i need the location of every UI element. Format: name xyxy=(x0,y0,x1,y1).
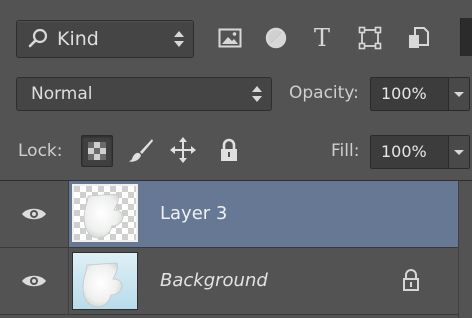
eye-icon xyxy=(22,208,46,220)
blend-mode-label: Normal xyxy=(31,84,93,104)
lock-all-icon[interactable] xyxy=(214,135,244,165)
filter-kind-label: Kind xyxy=(57,28,99,50)
lock-bar: Lock: Fill: 100% xyxy=(0,122,472,181)
type-filter-icon[interactable]: T xyxy=(306,20,338,56)
layer-thumbnail[interactable] xyxy=(72,252,138,310)
layer-divider xyxy=(0,314,458,315)
panel-scrollbar[interactable] xyxy=(458,181,472,318)
opacity-field[interactable]: 100% xyxy=(370,77,470,111)
visibility-toggle[interactable] xyxy=(0,248,69,314)
layer-thumbnail[interactable] xyxy=(72,184,138,242)
lock-position-icon[interactable] xyxy=(168,135,198,165)
opacity-value: 100% xyxy=(381,84,427,103)
layers-panel: Kind T Normal Opacity: 100% Lock: Fill: … xyxy=(0,0,472,318)
updown-arrows-icon xyxy=(251,85,263,103)
fill-label: Fill: xyxy=(331,141,360,161)
opacity-label: Opacity: xyxy=(289,83,359,103)
updown-arrows-icon xyxy=(173,30,185,48)
layer-name[interactable]: Background xyxy=(160,270,268,291)
fill-dropdown-button[interactable] xyxy=(448,136,469,168)
shape-filter-icon[interactable] xyxy=(354,20,386,56)
lock-image-pixels-icon[interactable] xyxy=(126,135,156,165)
filter-bar: Kind T xyxy=(0,0,472,67)
visibility-toggle[interactable] xyxy=(0,181,69,247)
search-icon xyxy=(27,27,51,51)
filter-kind-select[interactable]: Kind xyxy=(16,20,194,58)
lock-transparent-pixels-icon[interactable] xyxy=(81,135,113,167)
smart-object-filter-icon[interactable] xyxy=(402,20,434,56)
opacity-dropdown-button[interactable] xyxy=(448,78,469,110)
layer-row-background[interactable]: Background xyxy=(0,248,458,314)
adjustment-filter-icon[interactable] xyxy=(260,20,292,56)
layers-list: Layer 3 Background xyxy=(0,181,472,318)
fill-field[interactable]: 100% xyxy=(370,135,470,169)
pixel-filter-icon[interactable] xyxy=(214,20,246,56)
layer-locked-icon xyxy=(401,268,421,292)
blend-mode-select[interactable]: Normal xyxy=(16,77,272,111)
filter-type-icons: T xyxy=(214,20,444,56)
layer-row-layer-3[interactable]: Layer 3 xyxy=(0,181,458,247)
fill-value: 100% xyxy=(381,142,427,161)
lock-label: Lock: xyxy=(18,141,63,161)
layer-name[interactable]: Layer 3 xyxy=(160,203,227,224)
blend-bar: Normal Opacity: 100% xyxy=(0,66,472,123)
eye-icon xyxy=(22,275,46,287)
panel-scrollbar-top xyxy=(460,18,472,56)
